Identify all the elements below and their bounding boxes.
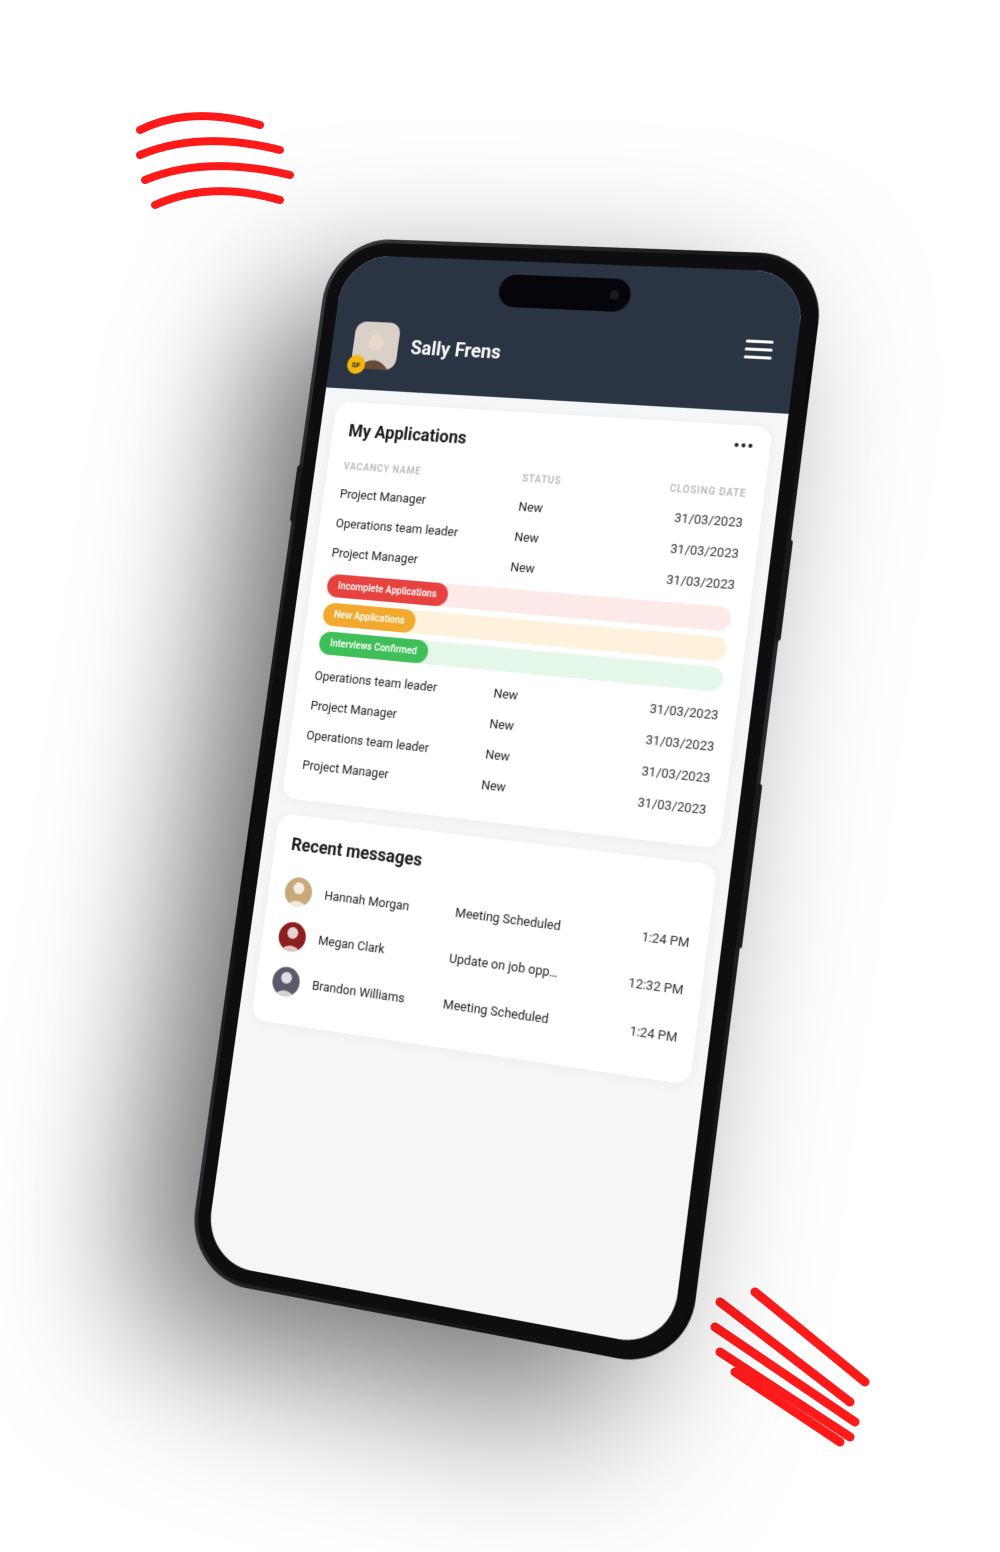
- status-value: New: [517, 500, 623, 522]
- decorative-accent-top: [130, 100, 310, 220]
- screen: SF Sally Frens My Applications VACANCY N…: [204, 255, 806, 1349]
- status-pill[interactable]: Interviews Confirmed: [318, 631, 430, 664]
- status-value: New: [509, 560, 615, 583]
- status-pill[interactable]: New Applications: [322, 602, 417, 633]
- closing-date: 31/03/2023: [618, 538, 740, 562]
- message-subject: Meeting Scheduled: [454, 905, 593, 938]
- closing-date: 31/03/2023: [622, 507, 744, 531]
- message-avatar: [277, 920, 308, 953]
- message-time: 1:24 PM: [589, 1018, 678, 1046]
- message-sender: Hannah Morgan: [323, 888, 447, 919]
- applications-card: My Applications VACANCY NAME STATUS CLOS…: [282, 401, 773, 849]
- message-avatar: [271, 965, 302, 998]
- message-avatar: [283, 876, 314, 909]
- message-sender: Brandon Williams: [311, 978, 435, 1010]
- closing-date: 31/03/2023: [585, 790, 707, 819]
- closing-date: 31/03/2023: [614, 569, 736, 594]
- col-closing: CLOSING DATE: [626, 481, 747, 500]
- phone-frame: SF Sally Frens My Applications VACANCY N…: [190, 241, 822, 1366]
- user-avatar[interactable]: SF: [350, 321, 401, 370]
- col-status: STATUS: [521, 474, 627, 492]
- closing-date: 31/03/2023: [597, 697, 719, 724]
- closing-date: 31/03/2023: [593, 728, 715, 755]
- status-value: New: [492, 687, 599, 712]
- user-name: Sally Frens: [409, 336, 502, 363]
- vacancy-name: Project Manager: [331, 546, 512, 575]
- hamburger-menu-icon[interactable]: [744, 339, 774, 359]
- message-subject: Update on job opp…: [448, 951, 587, 985]
- side-button: [736, 784, 763, 949]
- status-pill[interactable]: Incomplete Applications: [326, 574, 449, 607]
- closing-date: 31/03/2023: [589, 759, 711, 787]
- status-value: New: [480, 778, 587, 805]
- message-subject: Meeting Scheduled: [442, 997, 581, 1032]
- decorative-accent-bottom: [700, 1272, 880, 1452]
- status-value: New: [488, 717, 595, 743]
- side-button: [290, 465, 303, 522]
- status-value: New: [513, 530, 619, 553]
- message-time: 1:24 PM: [601, 924, 690, 951]
- messages-card: Recent messages Hannah MorganMeeting Sch…: [251, 813, 718, 1085]
- dynamic-island: [497, 274, 633, 312]
- side-button: [774, 539, 793, 641]
- status-value: New: [484, 747, 591, 773]
- message-time: 12:32 PM: [595, 971, 684, 998]
- message-sender: Megan Clark: [317, 933, 441, 964]
- avatar-initials-badge: SF: [346, 355, 366, 375]
